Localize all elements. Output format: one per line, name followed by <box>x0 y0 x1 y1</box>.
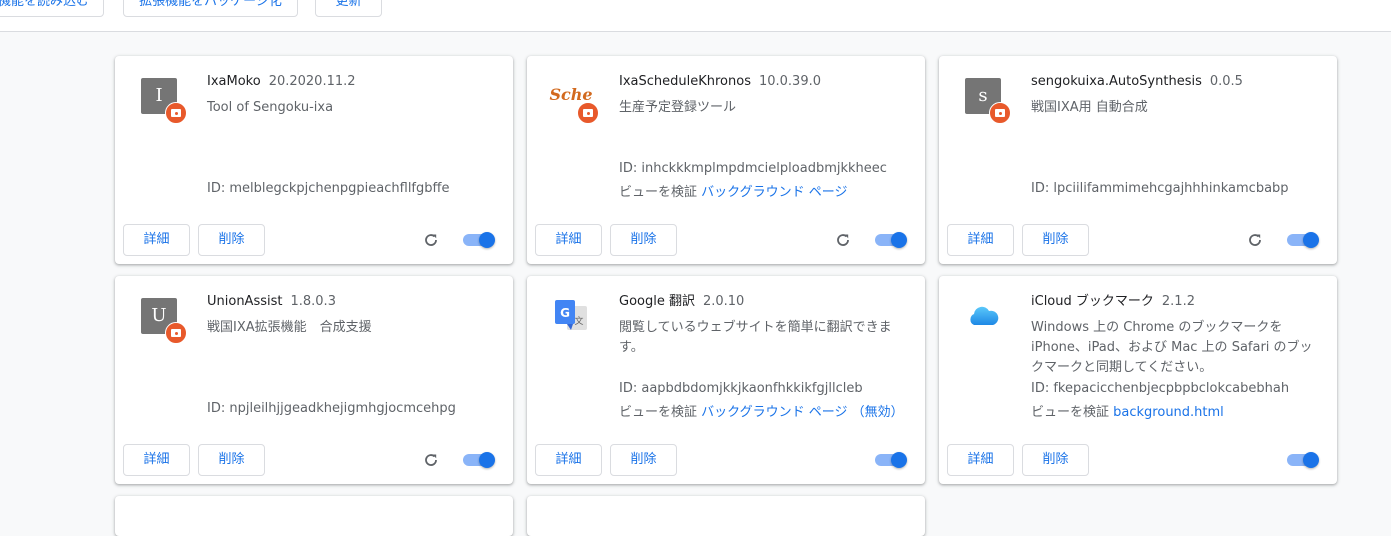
enable-toggle[interactable] <box>1287 232 1319 248</box>
svg-text:文: 文 <box>574 315 583 327</box>
extension-card-ixamoko: I IxaMoko 20.2020.11.2 Tool of Sengoku-ix… <box>115 56 513 264</box>
extension-title: IxaMoko 20.2020.11.2 <box>207 74 356 90</box>
details-button[interactable]: 詳細 <box>123 444 190 476</box>
pack-extension-button[interactable]: 拡張機能をパッケージ化 <box>123 0 298 17</box>
extension-version: 1.8.0.3 <box>290 294 336 309</box>
icloud-icon <box>970 306 999 325</box>
extension-name: sengokuixa.AutoSynthesis <box>1031 74 1202 89</box>
details-button[interactable]: 詳細 <box>123 224 190 256</box>
inspect-label: ビューを検証 <box>619 185 698 200</box>
extension-title: sengokuixa.AutoSynthesis 0.0.5 <box>1031 74 1243 90</box>
extension-version: 0.0.5 <box>1209 74 1243 89</box>
unpacked-badge-icon <box>989 102 1011 124</box>
extension-version: 10.0.39.0 <box>758 74 822 89</box>
extension-title: iCloud ブックマーク 2.1.2 <box>1031 294 1195 310</box>
extension-id: ID: melblegckpjchenpgpieachfllfgbffe <box>207 181 450 196</box>
extension-card-ixaschedulekhronos: Sche IxaScheduleKhronos 10.0.39.0 生産予定登録ツ… <box>527 56 925 264</box>
enable-toggle[interactable] <box>875 232 907 248</box>
extension-version: 20.2020.11.2 <box>268 74 356 89</box>
extension-version: 2.1.2 <box>1161 294 1195 309</box>
extension-icon <box>965 298 1001 334</box>
extension-name: Google 翻訳 <box>619 294 695 309</box>
extension-card-autosynthesis: s sengokuixa.AutoSynthesis 0.0.5 戦国IXA用 自… <box>939 56 1337 264</box>
extension-description: 戦国IXA用 自動合成 <box>1031 100 1148 115</box>
background-page-link[interactable]: バックグラウンド ページ （無効） <box>701 405 904 420</box>
extension-name: UnionAssist <box>207 294 283 309</box>
remove-button[interactable]: 削除 <box>1022 224 1089 256</box>
remove-button[interactable]: 削除 <box>610 224 677 256</box>
inspect-views: ビューを検証 background.html <box>1031 401 1224 420</box>
extension-description: 生産予定登録ツール <box>619 100 737 115</box>
extension-id: ID: fkepacicchenbjecpbpbclokcabebhah <box>1031 381 1290 396</box>
enable-toggle[interactable] <box>463 452 495 468</box>
extension-id: ID: npjleilhjjgeadkhejigmhgjocmcehpg <box>207 401 456 416</box>
extension-icon: Sche <box>549 78 599 124</box>
remove-button[interactable]: 削除 <box>1022 444 1089 476</box>
extension-description: 戦国IXA拡張機能 合成支援 <box>207 320 372 335</box>
load-unpacked-button[interactable]: 機能を読み込む <box>0 0 104 17</box>
enable-toggle[interactable] <box>875 452 907 468</box>
extension-icon: I <box>141 78 187 124</box>
enable-toggle[interactable] <box>463 232 495 248</box>
inspect-label: ビューを検証 <box>619 405 698 420</box>
background-page-link[interactable]: background.html <box>1113 405 1224 420</box>
unpacked-badge-icon <box>577 102 599 124</box>
extension-description: 閲覧しているウェブサイトを簡単に翻訳できます。 <box>619 320 892 355</box>
extension-icon: U <box>141 298 187 344</box>
extension-name: iCloud ブックマーク <box>1031 294 1154 309</box>
remove-button[interactable]: 削除 <box>198 444 265 476</box>
extension-description: Windows 上の Chrome のブックマークを iPhone、iPad、お… <box>1031 320 1313 375</box>
background-page-link[interactable]: バックグラウンド ページ <box>701 185 847 200</box>
extension-name: IxaMoko <box>207 74 261 89</box>
reload-icon[interactable] <box>423 232 439 248</box>
extension-version: 2.0.10 <box>702 294 745 309</box>
extension-card-icloud-bookmarks: iCloud ブックマーク 2.1.2 Windows 上の Chrome のブッ… <box>939 276 1337 484</box>
unpacked-badge-icon <box>165 322 187 344</box>
extension-description: Tool of Sengoku-ixa <box>207 100 334 115</box>
extension-id: ID: aapbdbdomjkkjkaonfhkkikfgjllcleb <box>619 381 863 396</box>
extension-title: IxaScheduleKhronos 10.0.39.0 <box>619 74 821 90</box>
reload-icon[interactable] <box>835 232 851 248</box>
inspect-label: ビューを検証 <box>1031 405 1110 420</box>
remove-button[interactable]: 削除 <box>610 444 677 476</box>
extension-card-partial <box>115 496 513 536</box>
extension-card-unionassist: U UnionAssist 1.8.0.3 戦国IXA拡張機能 合成支援 ID: … <box>115 276 513 484</box>
details-button[interactable]: 詳細 <box>535 224 602 256</box>
extension-id: ID: lpciilifammimehcgajhhhinkamcbabp <box>1031 181 1289 196</box>
extension-name: IxaScheduleKhronos <box>619 74 751 89</box>
details-button[interactable]: 詳細 <box>947 444 1014 476</box>
extension-title: UnionAssist 1.8.0.3 <box>207 294 336 310</box>
update-button[interactable]: 更新 <box>315 0 382 17</box>
reload-icon[interactable] <box>423 452 439 468</box>
extension-icon: s <box>965 78 1011 124</box>
extension-card-partial <box>527 496 925 536</box>
unpacked-badge-icon <box>165 102 187 124</box>
svg-text:G: G <box>560 306 570 320</box>
extension-card-google-translate: G 文 Google 翻訳 2.0.10 閲覧しているウェブサイトを簡単に翻訳でき… <box>527 276 925 484</box>
reload-icon[interactable] <box>1247 232 1263 248</box>
details-button[interactable]: 詳細 <box>947 224 1014 256</box>
inspect-views: ビューを検証 バックグラウンド ページ <box>619 181 848 200</box>
details-button[interactable]: 詳細 <box>535 444 602 476</box>
enable-toggle[interactable] <box>1287 452 1319 468</box>
toolbar: 機能を読み込む 拡張機能をパッケージ化 更新 <box>0 0 1391 32</box>
inspect-views: ビューを検証 バックグラウンド ページ （無効） <box>619 401 904 420</box>
remove-button[interactable]: 削除 <box>198 224 265 256</box>
extension-title: Google 翻訳 2.0.10 <box>619 294 744 310</box>
google-translate-icon: G 文 <box>555 300 587 330</box>
extension-id: ID: inhckkkmplmpdmcielploadbmjkkheec <box>619 161 887 176</box>
extension-icon: G 文 <box>553 298 589 334</box>
